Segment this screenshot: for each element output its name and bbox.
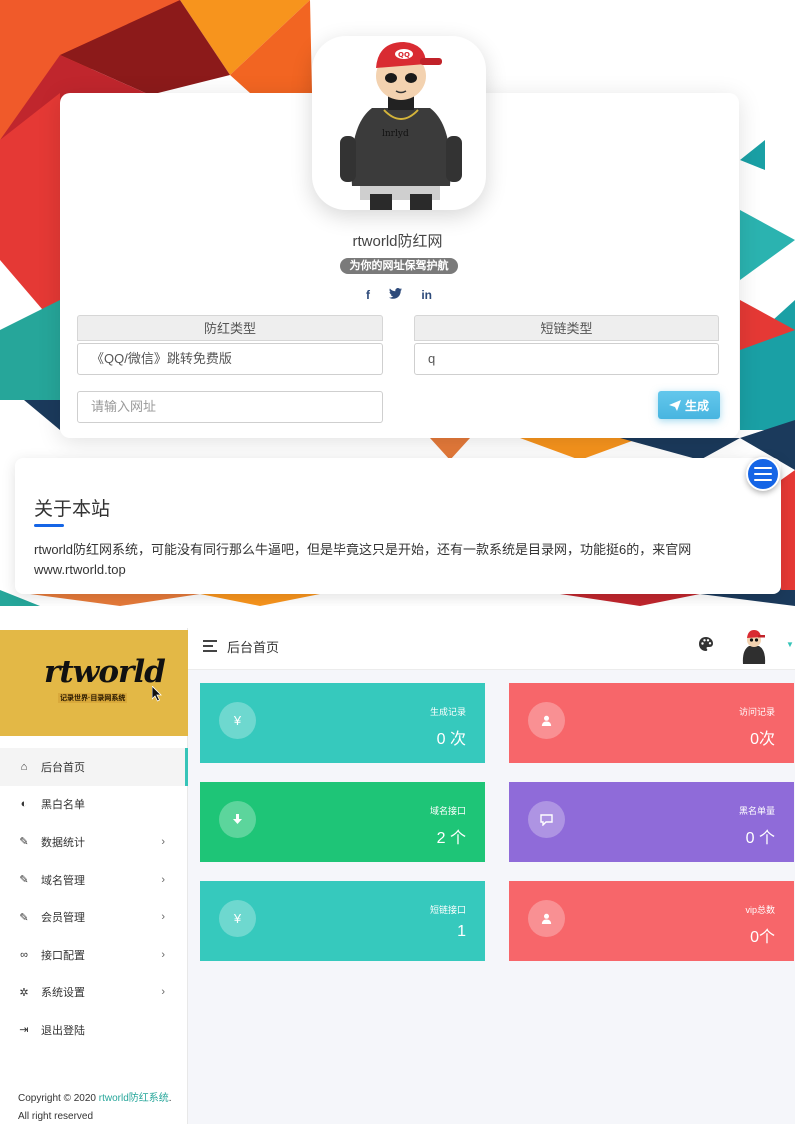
user-icon bbox=[528, 702, 565, 739]
stat-value: 0 个 bbox=[745, 830, 775, 847]
chevron-right-icon: › bbox=[161, 835, 165, 848]
stat-card-shortlink-apis[interactable]: ¥ 短链接口 1 bbox=[200, 881, 485, 961]
sidebar-item-label: 系统设置 bbox=[41, 987, 85, 1000]
shield-icon: ◐ bbox=[20, 798, 28, 811]
copyright-brand-link[interactable]: rtworld防红系统 bbox=[99, 1093, 169, 1104]
user-avatar[interactable] bbox=[739, 628, 769, 664]
pencil-icon: ✎ bbox=[19, 874, 29, 887]
sidebar-item-statistics[interactable]: ✎ 数据统计 › bbox=[0, 823, 188, 861]
shortlink-type-label: 短链类型 bbox=[414, 315, 719, 341]
stat-card-vip-total[interactable]: vip总数 0个 bbox=[509, 881, 794, 961]
sidebar-item-label: 会员管理 bbox=[41, 912, 85, 925]
stat-value: 0次 bbox=[750, 731, 775, 748]
yen-icon: ¥ bbox=[219, 900, 256, 937]
link-icon: ∞ bbox=[20, 948, 28, 961]
stat-value: 0个 bbox=[750, 929, 775, 946]
palette-icon[interactable] bbox=[698, 636, 714, 652]
generate-button[interactable]: 生成 bbox=[658, 391, 720, 419]
pencil-icon: ✎ bbox=[19, 836, 29, 849]
landing-page: lnrlyd QQ rtworld防红网 为你的网址保驾护航 f in 防红类型… bbox=[0, 0, 795, 606]
sidebar-item-label: 域名管理 bbox=[41, 874, 85, 887]
user-icon bbox=[528, 900, 565, 937]
svg-text:QQ: QQ bbox=[398, 51, 410, 59]
stat-label: 短链接口 bbox=[429, 905, 466, 915]
stat-value: 0 次 bbox=[436, 731, 466, 748]
stat-label: 黑名单量 bbox=[738, 806, 775, 816]
menu-button[interactable] bbox=[746, 457, 780, 491]
stat-card-visit-records[interactable]: 访问记录 0次 bbox=[509, 683, 794, 763]
sidebar-item-settings[interactable]: ✲ 系统设置 › bbox=[0, 974, 188, 1012]
copyright: Copyright © 2020 rtworld防红系统. All right … bbox=[18, 1090, 178, 1124]
sidebar: rtworld 记录世界·目录网系统 ⌂ 后台首页 ◐ 黑白名单 ✎ 数据统计 … bbox=[0, 628, 188, 1124]
yen-icon: ¥ bbox=[219, 702, 256, 739]
stat-label: 访问记录 bbox=[738, 707, 775, 717]
logo-subtitle: 记录世界·目录网系统 bbox=[58, 693, 128, 703]
site-slogan: 为你的网址保驾护航 bbox=[340, 258, 458, 274]
sidebar-item-label: 接口配置 bbox=[41, 949, 85, 962]
social-links: f in bbox=[366, 287, 432, 303]
facebook-icon[interactable]: f bbox=[366, 288, 370, 302]
stat-card-blacklist-count[interactable]: 黑名单量 0 个 bbox=[509, 782, 794, 862]
chevron-right-icon: › bbox=[161, 873, 165, 886]
svg-text:lnrlyd: lnrlyd bbox=[382, 129, 409, 139]
sidebar-item-label: 退出登陆 bbox=[41, 1024, 85, 1037]
sidebar-item-dashboard[interactable]: ⌂ 后台首页 bbox=[0, 748, 188, 786]
logo[interactable]: rtworld 记录世界·目录网系统 bbox=[0, 630, 188, 736]
sidebar-item-api-config[interactable]: ∞ 接口配置 › bbox=[0, 936, 188, 974]
twitter-icon[interactable] bbox=[389, 288, 403, 302]
about-card: 关于本站 rtworld防红网系统，可能没有同行那么牛逼吧，但是毕竟这只是开始，… bbox=[15, 458, 781, 594]
shortlink-type-select[interactable]: q bbox=[414, 343, 719, 375]
sidebar-item-blacklist[interactable]: ◐ 黑白名单 bbox=[0, 786, 188, 824]
admin-dashboard: rtworld 记录世界·目录网系统 ⌂ 后台首页 ◐ 黑白名单 ✎ 数据统计 … bbox=[0, 628, 795, 1124]
topbar: 后台首页 ▼ bbox=[188, 628, 795, 670]
sidebar-nav: ⌂ 后台首页 ◐ 黑白名单 ✎ 数据统计 › ✎ 域名管理 › ✎ 会员管理 › bbox=[0, 748, 188, 1049]
stat-label: 生成记录 bbox=[429, 707, 466, 717]
linkedin-icon[interactable]: in bbox=[421, 288, 432, 302]
stat-label: vip总数 bbox=[745, 905, 775, 915]
about-text: rtworld防红网系统，可能没有同行那么牛逼吧，但是毕竟这只是开始，还有一款系… bbox=[34, 542, 692, 577]
download-icon bbox=[219, 801, 256, 838]
sidebar-item-domains[interactable]: ✎ 域名管理 › bbox=[0, 861, 188, 899]
logo-text: rtworld bbox=[44, 654, 166, 690]
copyright-prefix: Copyright © 2020 bbox=[18, 1093, 99, 1104]
stat-card-domain-apis[interactable]: 域名接口 2 个 bbox=[200, 782, 485, 862]
gear-icon: ✲ bbox=[19, 986, 29, 999]
chevron-right-icon: › bbox=[161, 911, 165, 924]
stat-value: 1 bbox=[457, 923, 466, 940]
sidebar-item-logout[interactable]: ⇥ 退出登陆 bbox=[0, 1011, 188, 1049]
sidebar-item-members[interactable]: ✎ 会员管理 › bbox=[0, 898, 188, 936]
home-icon: ⌂ bbox=[20, 760, 28, 773]
about-title: 关于本站 bbox=[34, 499, 111, 520]
stat-card-generation-records[interactable]: ¥ 生成记录 0 次 bbox=[200, 683, 485, 763]
sidebar-item-label: 后台首页 bbox=[41, 761, 85, 774]
menu-toggle-icon[interactable] bbox=[203, 640, 217, 652]
sidebar-item-label: 黑白名单 bbox=[41, 799, 85, 812]
cursor-icon bbox=[152, 686, 162, 702]
site-avatar: lnrlyd QQ bbox=[312, 36, 486, 210]
page-title: 后台首页 bbox=[227, 640, 280, 655]
redirect-type-label: 防红类型 bbox=[77, 315, 383, 341]
chevron-down-icon[interactable]: ▼ bbox=[786, 640, 794, 649]
chevron-right-icon: › bbox=[161, 986, 165, 999]
stat-value: 2 个 bbox=[436, 830, 466, 847]
redirect-type-select[interactable]: 《QQ/微信》跳转免费版 bbox=[77, 343, 383, 375]
stat-label: 域名接口 bbox=[429, 806, 466, 816]
sidebar-item-label: 数据统计 bbox=[41, 836, 85, 849]
generate-button-label: 生成 bbox=[684, 398, 709, 413]
site-name: rtworld防红网 bbox=[352, 233, 443, 250]
send-icon bbox=[668, 399, 681, 411]
about-title-underline bbox=[34, 524, 64, 527]
character-illustration: lnrlyd QQ bbox=[340, 42, 462, 210]
pencil-icon: ✎ bbox=[19, 911, 29, 924]
logout-icon: ⇥ bbox=[19, 1024, 29, 1037]
comment-icon bbox=[528, 801, 565, 838]
chevron-right-icon: › bbox=[161, 948, 165, 961]
url-input[interactable]: 请输入网址 bbox=[77, 391, 383, 423]
